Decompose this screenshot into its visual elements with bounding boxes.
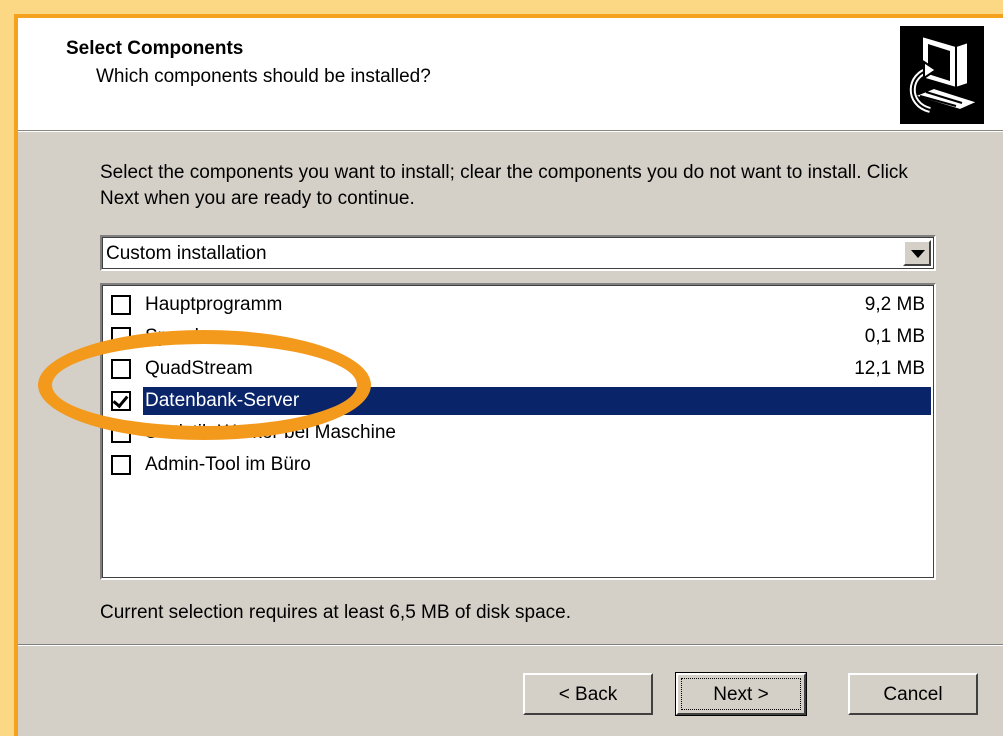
component-size: 0,1 MB: [864, 326, 925, 347]
cancel-button[interactable]: Cancel: [848, 673, 978, 715]
component-item-sprachen[interactable]: Sprachen 0,1 MB: [105, 321, 931, 353]
page-subtitle: Which components should be installed?: [96, 66, 431, 87]
component-checkbox[interactable]: [111, 327, 131, 347]
dropdown-button[interactable]: [903, 240, 931, 266]
component-label: Hauptprogramm: [145, 294, 283, 315]
install-type-dropdown[interactable]: Custom installation: [100, 235, 936, 271]
page-title: Select Components: [66, 38, 244, 59]
disk-space-requirement: Current selection requires at least 6,5 …: [100, 602, 572, 623]
component-item-quadstream[interactable]: QuadStream 12,1 MB: [105, 353, 931, 385]
screenshot-frame: Select Components Which components shoul…: [0, 0, 1003, 736]
component-item-statistik-worker[interactable]: Statistik-Worker bei Maschine: [105, 417, 931, 449]
focus-rect: [681, 678, 801, 710]
component-checkbox[interactable]: [111, 359, 131, 379]
component-label: Admin-Tool im Büro: [145, 454, 311, 475]
component-checkbox[interactable]: [111, 455, 131, 475]
component-item-admin-tool[interactable]: Admin-Tool im Büro: [105, 449, 931, 481]
component-label: Datenbank-Server: [143, 388, 302, 414]
component-size: 12,1 MB: [854, 358, 925, 379]
component-checkbox[interactable]: [111, 391, 131, 411]
component-checkbox[interactable]: [111, 423, 131, 443]
component-size: 9,2 MB: [864, 294, 925, 315]
button-separator: [18, 644, 1003, 646]
component-label: Statistik-Worker bei Maschine: [145, 422, 396, 443]
instructions-text: Select the components you want to instal…: [100, 162, 908, 209]
component-label: QuadStream: [145, 358, 253, 379]
back-button[interactable]: < Back: [523, 673, 653, 715]
chevron-down-icon: [911, 250, 925, 258]
computer-install-icon: [900, 26, 984, 124]
components-list[interactable]: Hauptprogramm 9,2 MB Sprachen 0,1 MB Qua…: [100, 283, 936, 580]
component-item-hauptprogramm[interactable]: Hauptprogramm 9,2 MB: [105, 289, 931, 321]
component-checkbox[interactable]: [111, 295, 131, 315]
installer-window: Select Components Which components shoul…: [14, 14, 1003, 736]
install-type-value: Custom installation: [106, 243, 267, 264]
component-label: Sprachen: [145, 326, 227, 347]
next-button[interactable]: Next >: [675, 672, 807, 716]
checkmark-icon: [112, 391, 129, 409]
component-item-datenbank-server[interactable]: Datenbank-Server: [105, 385, 931, 417]
wizard-header: Select Components Which components shoul…: [18, 18, 1003, 131]
